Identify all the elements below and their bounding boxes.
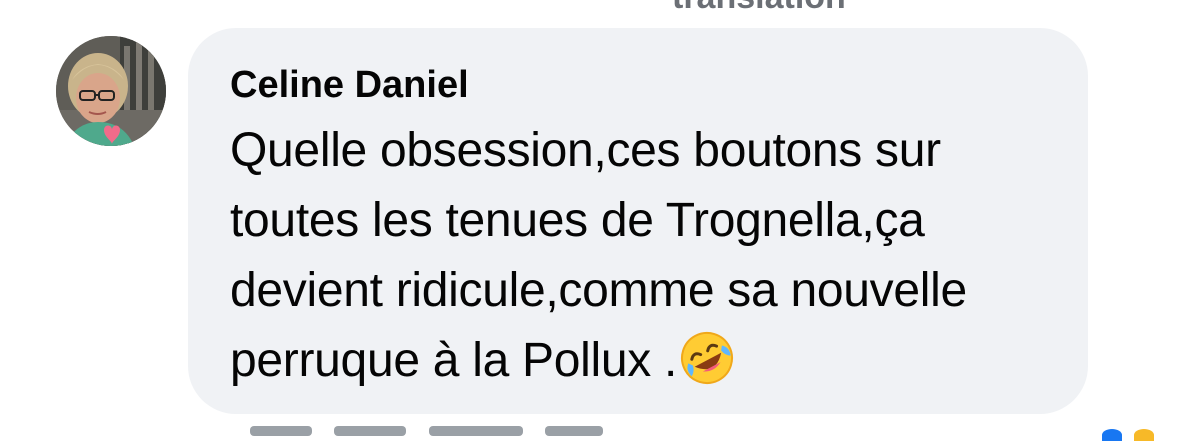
user-avatar-icon <box>56 36 166 146</box>
like-reaction-icon <box>1101 429 1122 441</box>
reaction-icons-cutoff[interactable] <box>1094 428 1154 441</box>
comment-body: Quelle obsession,ces boutons sur toutes … <box>230 116 1050 396</box>
comment-bubble: Celine Daniel Quelle obsession,ces bouto… <box>188 28 1088 414</box>
see-translation-link[interactable]: translation <box>672 0 846 17</box>
like-action-cutoff[interactable] <box>250 426 312 436</box>
rolling-on-floor-laughing-emoji-icon <box>679 330 735 386</box>
avatar[interactable] <box>56 36 166 146</box>
haha-reaction-icon <box>1134 429 1154 441</box>
time-action-cutoff <box>545 426 604 436</box>
reply-action-cutoff[interactable] <box>334 426 407 436</box>
share-action-cutoff[interactable] <box>428 426 523 436</box>
comment-text: Quelle obsession,ces boutons sur toutes … <box>230 124 967 387</box>
comment-author[interactable]: Celine Daniel <box>230 58 1048 112</box>
comment-actions-cutoff <box>250 426 670 438</box>
